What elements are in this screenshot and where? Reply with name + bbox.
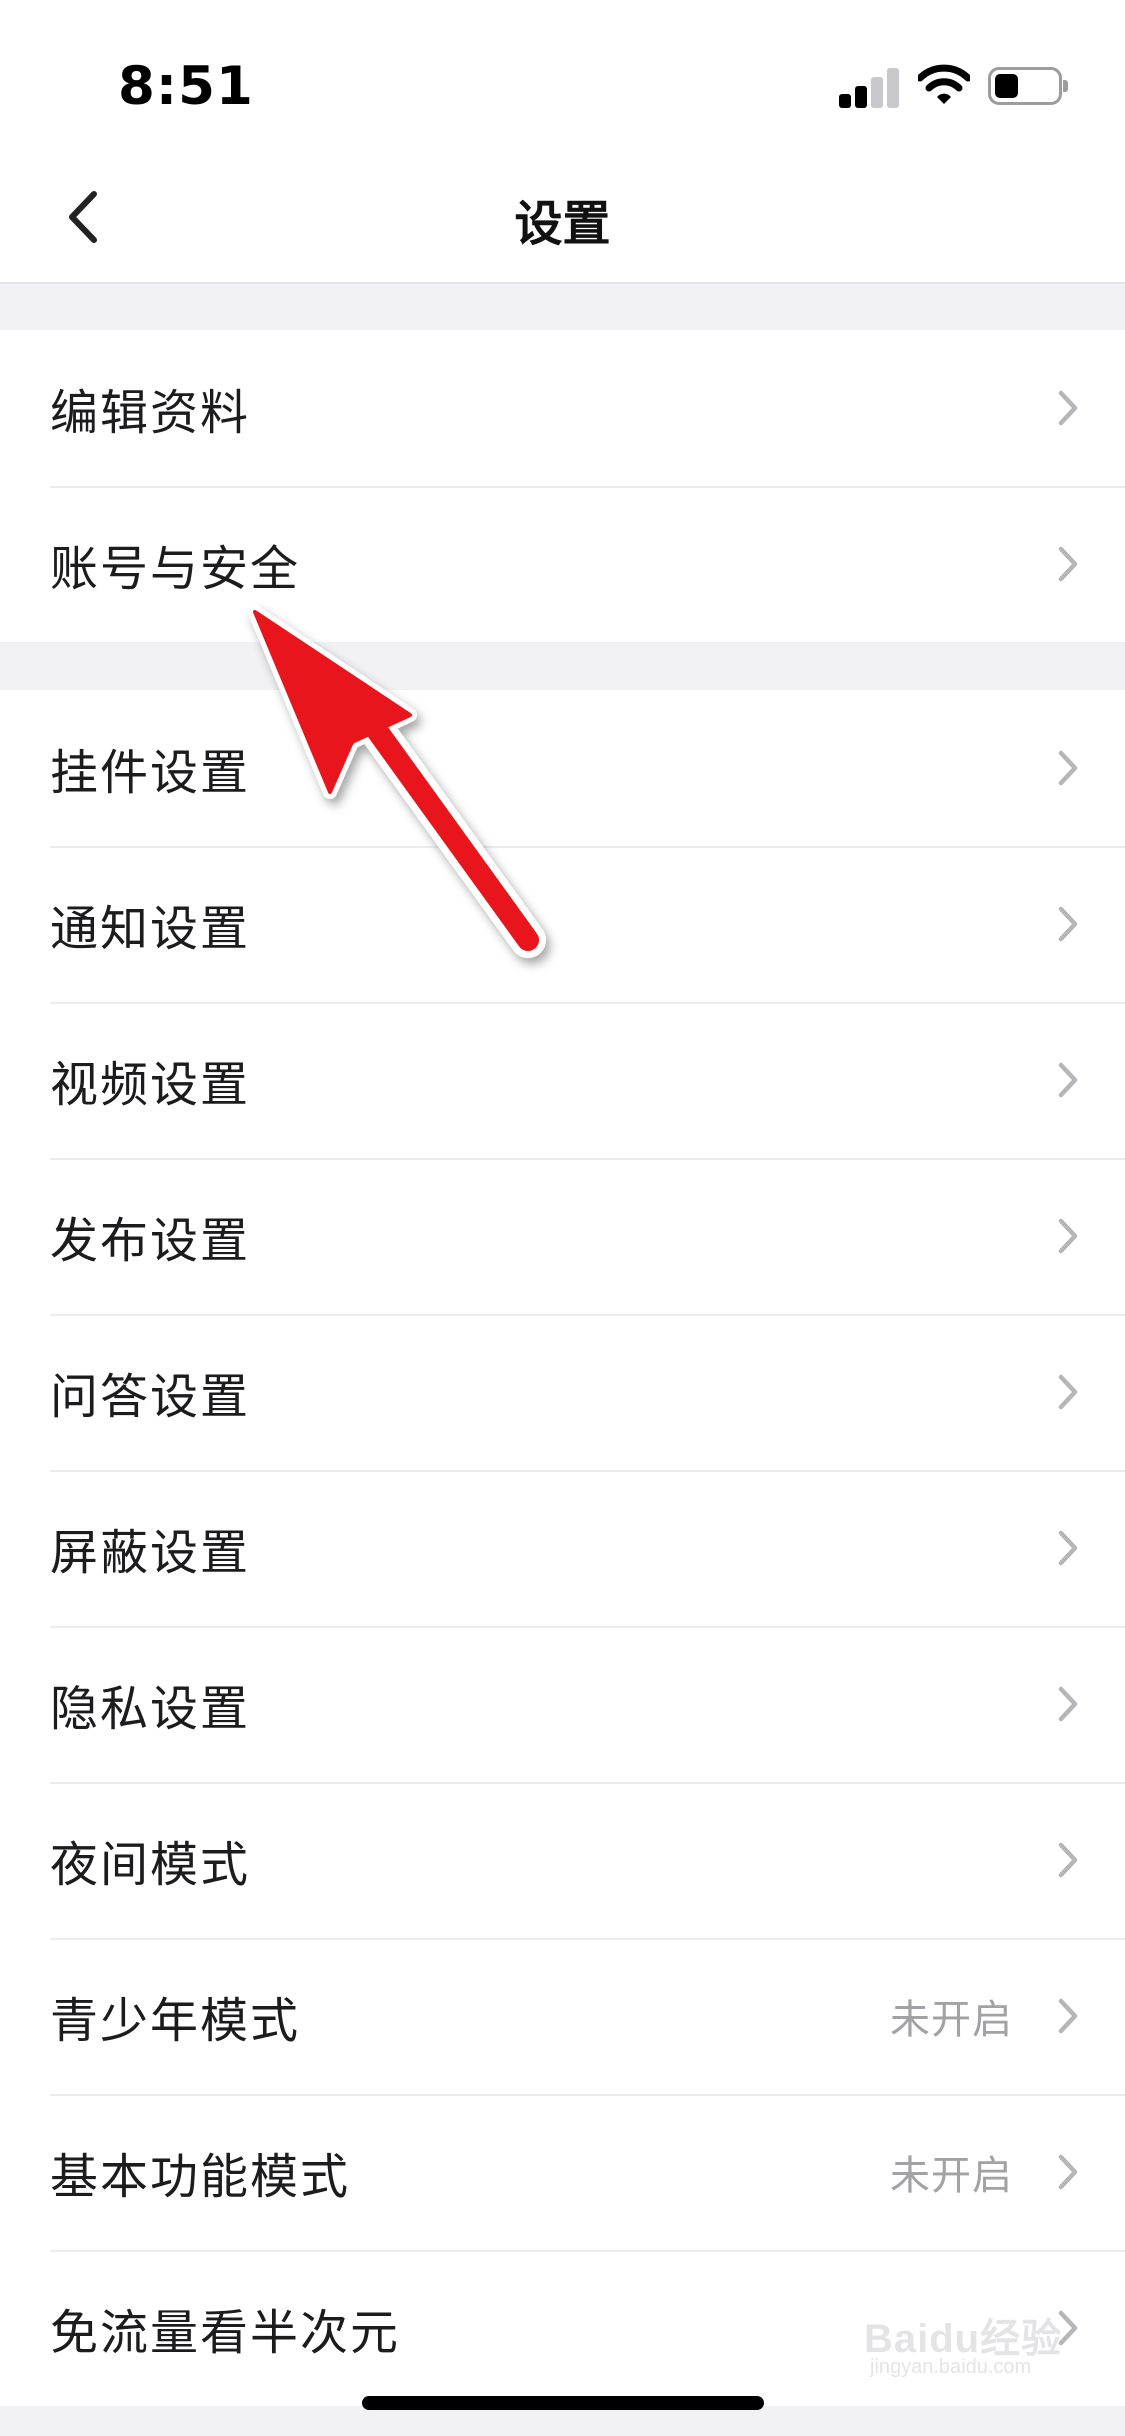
watermark-sub-text: jingyan.baidu.com (870, 2356, 1032, 2378)
row-label: 视频设置 (50, 1057, 251, 1113)
settings-row-block[interactable]: 屏蔽设置 (0, 1470, 1125, 1626)
chevron-right-icon (1058, 2154, 1078, 2190)
settings-row-privacy[interactable]: 隐私设置 (0, 1626, 1125, 1782)
chevron-right-icon (1058, 1218, 1078, 1254)
row-label: 免流量看半次元 (50, 2305, 401, 2361)
chevron-right-icon (1058, 1062, 1078, 1098)
chevron-right-icon (1058, 390, 1078, 426)
settings-row-account-security[interactable]: 账号与安全 (0, 486, 1125, 642)
status-bar: 8:51 (0, 0, 1125, 150)
row-label: 屏蔽设置 (50, 1525, 251, 1581)
chevron-right-icon (1058, 906, 1078, 942)
settings-row-night-mode[interactable]: 夜间模式 (0, 1782, 1125, 1938)
row-status: 未开启 (890, 2153, 1013, 2199)
row-label: 编辑资料 (50, 385, 251, 441)
cellular-signal-icon (839, 68, 901, 108)
row-label: 问答设置 (50, 1369, 251, 1425)
settings-row-video[interactable]: 视频设置 (0, 1002, 1125, 1158)
row-label: 挂件设置 (50, 745, 251, 801)
settings-row-notification[interactable]: 通知设置 (0, 846, 1125, 1002)
settings-row-teen-mode[interactable]: 青少年模式 未开启 (0, 1938, 1125, 2094)
navigation-bar: 设置 (0, 150, 1125, 284)
chevron-right-icon (1058, 750, 1078, 786)
row-label: 夜间模式 (50, 1837, 251, 1893)
chevron-right-icon (1058, 546, 1078, 582)
settings-row-publish[interactable]: 发布设置 (0, 1158, 1125, 1314)
page-title: 设置 (514, 196, 611, 252)
status-time: 8:51 (118, 56, 254, 117)
home-indicator (362, 2396, 764, 2410)
row-label: 发布设置 (50, 1213, 251, 1269)
row-label: 隐私设置 (50, 1681, 251, 1737)
row-label: 基本功能模式 (50, 2149, 351, 2205)
settings-row-pendant[interactable]: 挂件设置 (0, 690, 1125, 846)
chevron-right-icon (1058, 1530, 1078, 1566)
battery-icon (988, 67, 1068, 105)
row-label: 青少年模式 (50, 1993, 301, 2049)
baidu-watermark: Baidu经验 jingyan.baidu.com (860, 2298, 1070, 2388)
settings-group-general: 挂件设置 通知设置 视频设置 发布设置 问答设置 屏蔽设置 隐私设置 夜间模式 … (0, 690, 1125, 2406)
settings-row-basic-mode[interactable]: 基本功能模式 未开启 (0, 2094, 1125, 2250)
settings-group-account: 编辑资料 账号与安全 (0, 330, 1125, 642)
chevron-right-icon (1058, 1686, 1078, 1722)
row-status: 未开启 (890, 1997, 1013, 2043)
wifi-icon (918, 64, 970, 104)
settings-row-edit-profile[interactable]: 编辑资料 (0, 330, 1125, 486)
settings-row-qa[interactable]: 问答设置 (0, 1314, 1125, 1470)
chevron-right-icon (1058, 1842, 1078, 1878)
row-label: 通知设置 (50, 901, 251, 957)
battery-fill (995, 74, 1018, 98)
chevron-right-icon (1058, 1374, 1078, 1410)
row-label: 账号与安全 (50, 541, 301, 597)
chevron-right-icon (1058, 1998, 1078, 2034)
